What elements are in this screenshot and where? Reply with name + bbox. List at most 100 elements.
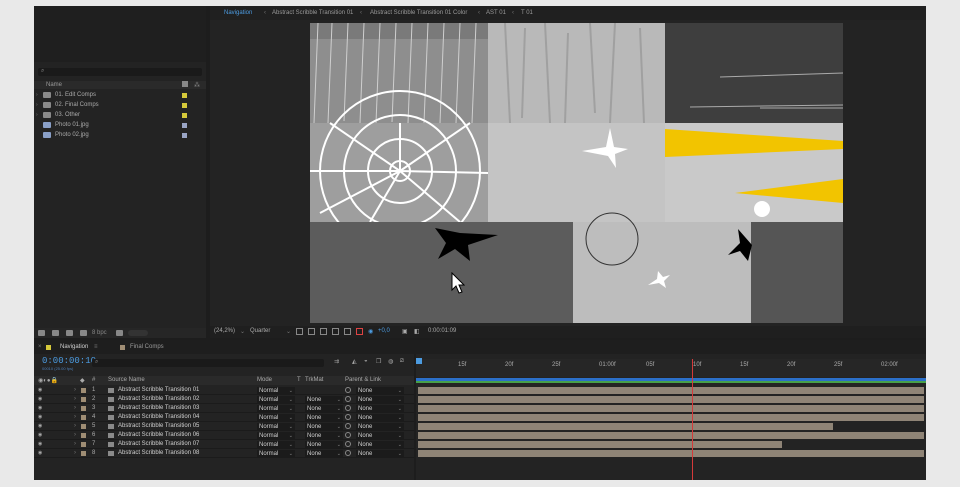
trash-icon[interactable]	[116, 330, 123, 336]
layer-duration-bar[interactable]	[418, 387, 924, 394]
label-color-swatch[interactable]	[182, 103, 187, 108]
timeline-search-input[interactable]: ⌕	[92, 359, 324, 367]
comp-flowchart-icon[interactable]: ⇉	[334, 358, 339, 365]
transparency-grid-icon[interactable]	[308, 328, 315, 335]
blend-mode-dropdown[interactable]: Normal ⌄	[257, 387, 295, 394]
parent-dropdown[interactable]: None ⌄	[356, 441, 404, 448]
parent-dropdown[interactable]: None ⌄	[356, 387, 404, 394]
mode-column[interactable]: Mode	[257, 377, 272, 383]
eye-icon[interactable]: ◉	[38, 441, 42, 447]
color-channels-icon[interactable]	[356, 328, 363, 335]
label-color-swatch[interactable]	[81, 415, 86, 420]
pick-whip-icon[interactable]	[345, 450, 351, 456]
project-item[interactable]: › 03. Other	[34, 111, 206, 120]
tab-transition-01-color[interactable]: Abstract Scribble Transition 01 Color	[370, 10, 467, 16]
project-item[interactable]: › 01. Edit Comps	[34, 91, 206, 100]
eye-icon[interactable]: ◉	[38, 387, 42, 393]
eye-icon[interactable]: ◉	[38, 423, 42, 429]
label-color-swatch[interactable]	[81, 397, 86, 402]
layer-duration-bar[interactable]	[418, 414, 924, 421]
tab-timeline-navigation[interactable]: Navigation	[60, 344, 88, 350]
pick-whip-icon[interactable]	[345, 387, 351, 393]
source-name-column[interactable]: Source Name	[108, 377, 145, 383]
layer-name[interactable]: Abstract Scribble Transition 08	[118, 450, 199, 456]
close-icon[interactable]: ×	[38, 344, 42, 350]
tab-final-comps[interactable]: Final Comps	[130, 344, 164, 350]
expand-arrow-icon[interactable]: ›	[74, 423, 76, 429]
new-composition-icon[interactable]	[66, 330, 73, 336]
tab-ast-01[interactable]: AST 01	[486, 10, 506, 16]
parent-dropdown[interactable]: None ⌄	[356, 423, 404, 430]
expand-arrow-icon[interactable]: ›	[74, 396, 76, 402]
layer-row[interactable]: ◉ › 7 Abstract Scribble Transition 07 Normal…	[34, 440, 414, 449]
label-color-swatch[interactable]	[182, 93, 187, 98]
blend-mode-dropdown[interactable]: Normal ⌄	[257, 432, 295, 439]
exposure-icon[interactable]: ◉	[368, 328, 373, 335]
fast-previews-icon[interactable]	[296, 328, 303, 335]
trkmat-column[interactable]: TrkMat	[305, 377, 323, 383]
label-color-swatch[interactable]	[182, 123, 187, 128]
pick-whip-icon[interactable]	[345, 414, 351, 420]
label-color-swatch[interactable]	[81, 388, 86, 393]
layer-duration-bar[interactable]	[418, 396, 924, 403]
snapshot-icon[interactable]: ▣	[402, 328, 408, 335]
expand-arrow-icon[interactable]: ›	[74, 387, 76, 393]
time-ruler[interactable]: 15f 20f 25f 01:00f 05f 10f 15f 20f 25f 02:00f	[416, 359, 926, 377]
current-time-indicator[interactable]	[416, 358, 422, 364]
interpret-footage-icon[interactable]	[38, 330, 45, 336]
project-search-input[interactable]: ⌕	[38, 68, 202, 76]
blend-mode-dropdown[interactable]: Normal ⌄	[257, 450, 295, 457]
region-of-interest-icon[interactable]	[332, 328, 339, 335]
track-matte-dropdown[interactable]: None ⌄	[305, 405, 343, 412]
eye-icon[interactable]: ◉	[38, 396, 42, 402]
timeline-graph-area[interactable]: 15f 20f 25f 01:00f 05f 10f 15f 20f 25f 02:00f	[416, 354, 926, 480]
pick-whip-icon[interactable]	[345, 396, 351, 402]
track-matte-dropdown[interactable]: None ⌄	[305, 432, 343, 439]
blend-mode-dropdown[interactable]: Normal ⌄	[257, 405, 295, 412]
layer-row[interactable]: ◉ › 8 Abstract Scribble Transition 08 Normal…	[34, 449, 414, 458]
layer-row[interactable]: ◉ › 1 Abstract Scribble Transition 01 Normal…	[34, 386, 414, 395]
resolution-dropdown[interactable]: Quarter	[250, 328, 270, 334]
show-snapshot-icon[interactable]: ◧	[414, 328, 420, 335]
pick-whip-icon[interactable]	[345, 441, 351, 447]
pick-whip-icon[interactable]	[345, 405, 351, 411]
guides-icon[interactable]	[344, 328, 351, 335]
label-color-swatch[interactable]	[81, 424, 86, 429]
parent-dropdown[interactable]: None ⌄	[356, 432, 404, 439]
layer-name[interactable]: Abstract Scribble Transition 06	[118, 432, 199, 438]
tab-navigation[interactable]: Navigation	[224, 10, 252, 16]
parent-dropdown[interactable]: None ⌄	[356, 450, 404, 457]
layer-row[interactable]: ◉ › 2 Abstract Scribble Transition 02 Normal…	[34, 395, 414, 404]
label-color-swatch[interactable]	[81, 406, 86, 411]
parent-dropdown[interactable]: None ⌄	[356, 405, 404, 412]
layer-row[interactable]: ◉ › 3 Abstract Scribble Transition 03 Normal…	[34, 404, 414, 413]
expand-arrow-icon[interactable]: ›	[36, 112, 38, 118]
flowchart-icon[interactable]: ⁂	[194, 82, 200, 89]
layer-duration-bar[interactable]	[418, 423, 833, 430]
expand-arrow-icon[interactable]: ›	[36, 92, 38, 98]
magnification-dropdown[interactable]: (24,2%)	[214, 328, 235, 334]
project-item[interactable]: Photo 02.jpg	[34, 131, 206, 140]
draft-3d-icon[interactable]: ◭	[352, 358, 357, 365]
blend-mode-dropdown[interactable]: Normal ⌄	[257, 441, 295, 448]
expand-arrow-icon[interactable]: ›	[74, 414, 76, 420]
track-matte-dropdown[interactable]: None ⌄	[305, 450, 343, 457]
new-folder-icon[interactable]	[52, 330, 59, 336]
blend-mode-dropdown[interactable]: Normal ⌄	[257, 396, 295, 403]
label-color-swatch[interactable]	[81, 451, 86, 456]
label-column-icon[interactable]	[182, 81, 188, 87]
layer-name[interactable]: Abstract Scribble Transition 02	[118, 396, 199, 402]
tab-transition-01[interactable]: Abstract Scribble Transition 01	[272, 10, 353, 16]
layer-row[interactable]: ◉ › 4 Abstract Scribble Transition 04 Normal…	[34, 413, 414, 422]
label-color-swatch[interactable]	[182, 133, 187, 138]
name-column-label[interactable]: Name	[46, 82, 62, 88]
graph-editor-icon[interactable]: ⧄	[400, 358, 404, 365]
project-item[interactable]: Photo 01.jpg	[34, 121, 206, 130]
label-color-swatch[interactable]	[81, 433, 86, 438]
expand-arrow-icon[interactable]: ›	[74, 432, 76, 438]
eye-icon[interactable]: ◉	[38, 414, 42, 420]
thumbnail-slider[interactable]	[128, 330, 148, 336]
label-color-swatch[interactable]	[182, 113, 187, 118]
track-matte-dropdown[interactable]: None ⌄	[305, 441, 343, 448]
shy-layers-icon[interactable]: ◒	[364, 358, 368, 364]
